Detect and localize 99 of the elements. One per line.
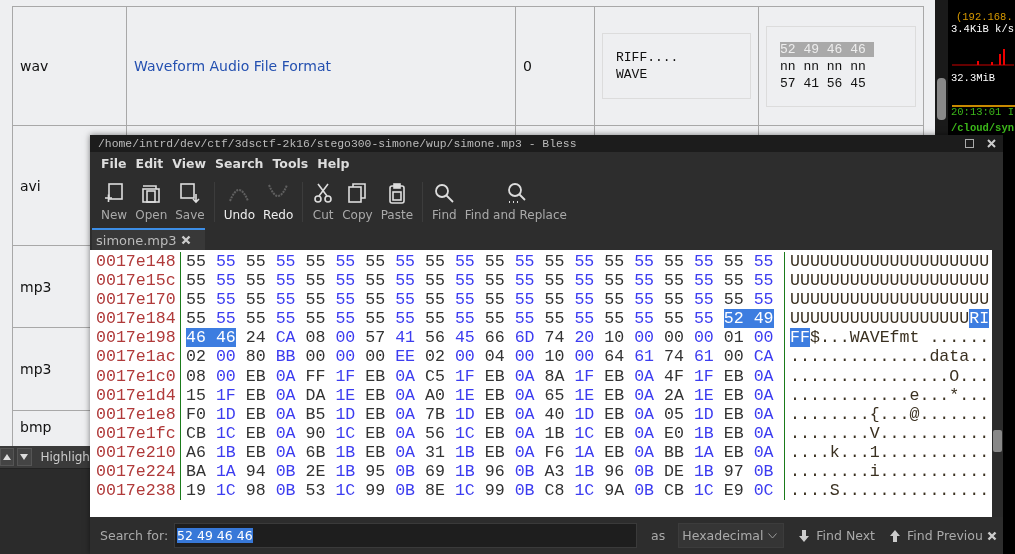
window-title: /home/intrd/dev/ctf/3dsctf-2k16/stego300-simone/wup/simone.mp3 - Bless <box>98 137 577 150</box>
hex-bytes: BA 1A 94 0B 2E 1B 95 0B 69 1B 96 0B A3 1B 96 0B DE 1B 97 0B <box>186 462 774 482</box>
menu-item[interactable]: View <box>172 156 207 171</box>
offset-label: 0017e1ac <box>96 347 177 367</box>
down-button[interactable] <box>17 448 32 466</box>
close-icon[interactable] <box>180 235 191 245</box>
find-next-button[interactable]: Find Next <box>798 528 875 543</box>
ascii-text: ..............data.. <box>790 347 990 367</box>
selected-ascii-text: FF <box>790 328 810 348</box>
ascii-text: UUUUUUUUUUUUUUUUUUUU <box>790 271 990 291</box>
hex-bytes: 08 00 EB 0A FF 1F EB 0A C5 1F EB 0A 8A 1F EB 0A 4F 1F EB 0A <box>186 366 774 386</box>
terminal-text: 32.3MiB <box>951 72 996 84</box>
selected-hex-bytes: 46 46 <box>186 328 236 348</box>
ascii-text: UUUUUUUUUUUUUUUUUUUU <box>790 290 990 310</box>
hex-bytes: 19 1C 98 0B 53 1C 99 0B 8E 1C 99 0B C8 1C 9A 0B CB 1C E9 0C <box>186 481 774 501</box>
offset-label: 0017e224 <box>96 462 177 482</box>
file-tab[interactable]: simone.mp3 <box>92 228 205 250</box>
as-label: as <box>651 528 666 543</box>
offset-label: 0017e148 <box>96 252 177 272</box>
ascii-text: ....k...1........... <box>790 442 990 462</box>
ascii-text: ........{...@....... <box>790 404 990 424</box>
down-arrow-icon <box>798 528 811 543</box>
selected-ascii-text: RI <box>969 309 990 329</box>
hex-bytes: 15 1F EB 0A DA 1E EB 0A A0 1E EB 0A 65 1E EB 0A 2A 1E EB 0A <box>186 385 774 405</box>
up-button[interactable] <box>0 448 15 466</box>
type-dropdown[interactable]: Hexadecimal <box>678 523 785 548</box>
close-icon[interactable] <box>987 530 997 541</box>
hex-bytes: 24 CA 08 00 57 41 56 45 66 6D 74 20 10 00 00 00 01 00 <box>245 328 774 348</box>
offset-cell: 0 <box>523 58 532 74</box>
hex-bytes: 55 55 55 55 55 55 55 55 55 55 55 55 55 55 55 55 55 55 <box>186 309 714 329</box>
toolbar-button[interactable]: Paste <box>377 181 417 222</box>
caret-icon <box>768 532 778 539</box>
maximize-icon[interactable] <box>965 139 974 148</box>
hex-bytes: 55 55 55 55 55 55 55 55 55 55 55 55 55 55 55 55 55 55 55 55 <box>186 290 774 310</box>
toolbar-button[interactable]: Find and Replace <box>461 181 570 222</box>
menu-item[interactable]: Help <box>317 156 350 171</box>
offset-label: 0017e1d4 <box>96 385 177 405</box>
ascii-text: ........V........... <box>790 423 990 443</box>
triangle-up-icon <box>3 454 12 460</box>
new-file-icon <box>103 181 126 204</box>
scissors-icon <box>312 181 335 204</box>
menu-item[interactable]: Search <box>215 156 264 171</box>
offset-label: 0017e1fc <box>96 423 177 443</box>
toolbar-button[interactable]: Copy <box>339 181 376 222</box>
hex-bytes: 55 55 55 55 55 55 55 55 55 55 55 55 55 55 55 55 55 55 55 55 <box>186 252 774 271</box>
extension-cell: bmp <box>20 419 52 435</box>
save-icon <box>179 181 201 204</box>
offset-label: 0017e238 <box>96 481 177 501</box>
search-field[interactable]: 52 49 46 46 <box>174 523 638 548</box>
network-graph-drawing <box>950 46 1014 66</box>
toolbar-button[interactable]: New <box>98 181 131 222</box>
ascii-text: ................O... <box>790 366 990 386</box>
extension-cell: mp3 <box>20 361 52 377</box>
toolbar-button[interactable]: Cut <box>309 181 338 222</box>
ascii-text: ........i........... <box>790 462 990 482</box>
hex-bytes: A6 1B EB 0A 6B 1B EB 0A 31 1B EB 0A F6 1A EB 0A BB 1A EB 0A <box>186 442 774 462</box>
triangle-down-icon <box>20 454 29 460</box>
search-icon <box>433 181 456 204</box>
ascii-text: ............e...*... <box>790 385 990 405</box>
offset-label: 0017e198 <box>96 328 177 348</box>
selected-hex-bytes: 52 49 <box>723 309 774 329</box>
ascii-text: $...WAVEfmt ...... <box>809 328 990 348</box>
extension-cell: mp3 <box>20 278 52 295</box>
find-previous-button[interactable]: Find Previou <box>889 528 983 543</box>
toolbar-button[interactable]: Find <box>429 181 460 222</box>
hex-bytes: 55 55 55 55 55 55 55 55 55 55 55 55 55 55 55 55 55 55 55 55 <box>186 271 774 291</box>
ascii-text: UUUUUUUUUUUUUUUUUUUU <box>790 252 990 271</box>
ascii-text: ....S............... <box>790 481 990 501</box>
toolbar-button[interactable]: Open <box>132 181 171 222</box>
menu-item[interactable]: Edit <box>135 156 164 171</box>
copy-icon <box>346 181 369 204</box>
scrollbar-thumb[interactable] <box>937 78 946 120</box>
hex-bytes: CB 1C EB 0A 90 1C EB 0A 56 1C EB 0A 1B 1C EB 0A E0 1B EB 0A <box>186 423 774 443</box>
ascii-code-box: RIFF.... WAVE <box>602 33 751 99</box>
hex-bytes: 02 00 80 BB 00 00 00 EE 02 00 04 00 10 00 64 61 74 61 00 CA <box>186 347 774 367</box>
up-arrow-icon <box>889 528 901 543</box>
offset-label: 0017e1c0 <box>96 366 177 386</box>
menu-item[interactable]: Tools <box>272 156 309 171</box>
offset-label: 0017e210 <box>96 442 177 463</box>
menu-item[interactable]: File <box>101 156 127 171</box>
hex-bytes: F0 1D EB 0A B5 1D EB 0A 7B 1D EB 0A 40 1D EB 0A 05 1D EB 0A <box>186 404 774 424</box>
search-label: Search for: <box>100 528 169 543</box>
terminal-text: 20:13:01 I <box>951 106 1014 118</box>
terminal-text: (192.168. <box>956 11 1013 23</box>
hex-code-box: 52 49 46 46 nn nn nn nn 57 41 56 45 <box>766 25 916 107</box>
highlight-label: Highligh <box>40 450 90 464</box>
offset-label: 0017e184 <box>96 309 177 329</box>
offset-label: 0017e170 <box>96 290 177 310</box>
terminal-text: /cloud/syn <box>951 122 1014 134</box>
offset-label: 0017e1e8 <box>96 404 177 424</box>
terminal-text: 3.4KiB k/s <box>951 23 1014 35</box>
format-link[interactable]: Waveform Audio File Format <box>134 58 331 74</box>
offset-label: 0017e15c <box>96 271 177 291</box>
scrollbar-thumb[interactable] <box>993 430 1002 452</box>
toolbar-button[interactable]: Save <box>172 181 208 222</box>
close-icon[interactable] <box>987 139 996 148</box>
extension-cell: wav <box>20 58 49 74</box>
extension-cell: avi <box>20 177 41 194</box>
ascii-text: UUUUUUUUUUUUUUUUUU <box>790 309 970 329</box>
